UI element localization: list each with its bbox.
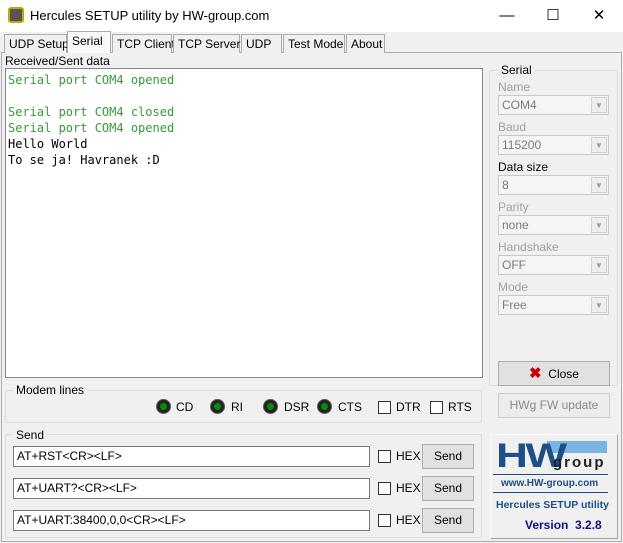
send-input[interactable]: AT+RST<CR><LF> <box>13 446 370 467</box>
close-window-button[interactable]: ✕ <box>576 0 622 32</box>
tab-serial[interactable]: Serial <box>67 31 111 53</box>
received-data-textarea[interactable]: Serial port COM4 opened Serial port COM4 … <box>5 68 483 378</box>
baud-value: 115200 <box>502 138 542 152</box>
send-group-label: Send <box>13 428 48 442</box>
close-port-button[interactable]: ✖ Close <box>498 361 610 386</box>
data-size-value: 8 <box>502 178 509 192</box>
data-size-label: Data size <box>498 160 549 174</box>
send-button[interactable]: Send <box>422 444 474 469</box>
tab-udp-setup[interactable]: UDP Setup <box>4 34 69 53</box>
logo-product: Hercules SETUP utility <box>496 499 610 511</box>
chevron-down-icon: ▼ <box>591 177 607 193</box>
received-line: Serial port COM4 opened <box>8 121 175 135</box>
cd-led-icon <box>156 399 171 414</box>
chevron-down-icon: ▼ <box>591 297 607 313</box>
rts-label: RTS <box>448 400 472 414</box>
title-bar: Hercules SETUP utility by HW-group.com —… <box>0 0 623 32</box>
chevron-down-icon: ▼ <box>591 97 607 113</box>
chevron-down-icon: ▼ <box>591 137 607 153</box>
ri-label: RI <box>231 400 243 414</box>
data-size-select[interactable]: 8 ▼ <box>498 175 609 195</box>
parity-select[interactable]: none ▼ <box>498 215 609 235</box>
received-line <box>8 88 480 104</box>
hex-checkbox[interactable] <box>378 482 391 495</box>
mode-value: Free <box>502 298 527 312</box>
baud-select[interactable]: 115200 ▼ <box>498 135 609 155</box>
tab-about[interactable]: About <box>346 34 385 53</box>
window-title: Hercules SETUP utility by HW-group.com <box>30 8 270 23</box>
hex-label: HEX <box>396 513 421 527</box>
name-value: COM4 <box>502 98 537 112</box>
parity-value: none <box>502 218 529 232</box>
received-line: Hello World <box>8 137 88 151</box>
hw-group-logo: HW group www.HW-group.com Hercules SETUP… <box>490 434 618 539</box>
hex-checkbox[interactable] <box>378 514 391 527</box>
app-icon <box>8 7 24 23</box>
mode-label: Mode <box>498 280 529 294</box>
received-label: Received/Sent data <box>5 54 110 68</box>
mode-select[interactable]: Free ▼ <box>498 295 609 315</box>
cts-led-icon <box>317 399 332 414</box>
received-line: Serial port COM4 opened <box>8 73 175 87</box>
dtr-checkbox[interactable] <box>378 401 391 414</box>
hex-checkbox[interactable] <box>378 450 391 463</box>
tab-tcp-client[interactable]: TCP Client <box>112 34 175 53</box>
maximize-button[interactable]: ☐ <box>530 0 576 32</box>
dsr-label: DSR <box>284 400 310 414</box>
name-label: Name <box>498 80 531 94</box>
logo-group-text: group <box>553 454 606 471</box>
chevron-down-icon: ▼ <box>591 217 607 233</box>
send-button[interactable]: Send <box>422 476 474 501</box>
serial-group-label: Serial <box>498 63 535 77</box>
hwg-fw-update-button[interactable]: HWg FW update <box>498 393 610 418</box>
rts-checkbox[interactable] <box>430 401 443 414</box>
dsr-led-icon <box>263 399 278 414</box>
logo-divider <box>493 474 608 475</box>
tab-test-mode[interactable]: Test Mode <box>283 34 345 53</box>
modem-lines-label: Modem lines <box>13 383 88 397</box>
send-input[interactable]: AT+UART?<CR><LF> <box>13 478 370 499</box>
cd-label: CD <box>176 400 194 414</box>
parity-label: Parity <box>498 200 529 214</box>
tab-udp[interactable]: UDP <box>241 34 282 53</box>
dtr-label: DTR <box>396 400 421 414</box>
handshake-value: OFF <box>502 258 526 272</box>
minimize-button[interactable]: — <box>484 0 530 32</box>
cts-label: CTS <box>338 400 362 414</box>
close-x-icon: ✖ <box>529 365 542 382</box>
tab-tcp-server[interactable]: TCP Server <box>173 34 240 53</box>
chevron-down-icon: ▼ <box>591 257 607 273</box>
version-label: Version 3.2.8 <box>525 518 602 532</box>
logo-url: www.HW-group.com <box>501 478 599 489</box>
handshake-label: Handshake <box>498 240 559 254</box>
hex-label: HEX <box>396 481 421 495</box>
close-port-label: Close <box>548 367 579 381</box>
logo-divider <box>493 492 608 493</box>
baud-label: Baud <box>498 120 527 134</box>
hex-label: HEX <box>396 449 421 463</box>
name-select[interactable]: COM4 ▼ <box>498 95 609 115</box>
send-input[interactable]: AT+UART:38400,0,0<CR><LF> <box>13 510 370 531</box>
handshake-select[interactable]: OFF ▼ <box>498 255 609 275</box>
ri-led-icon <box>210 399 225 414</box>
received-line: Serial port COM4 closed <box>8 105 175 119</box>
send-button[interactable]: Send <box>422 508 474 533</box>
received-line: To se ja! Havranek :D <box>8 153 160 167</box>
